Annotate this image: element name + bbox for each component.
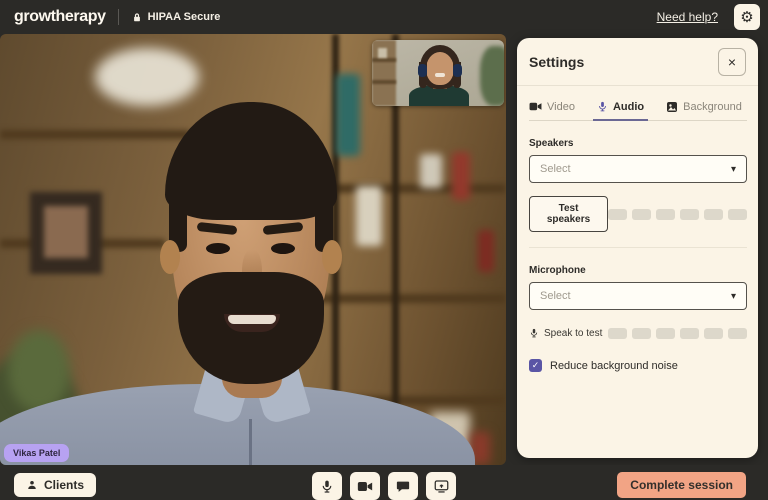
camera-icon xyxy=(357,480,373,493)
meter-segment xyxy=(680,209,699,220)
pip-shelf-board xyxy=(372,58,396,62)
camera-icon xyxy=(529,101,542,112)
participant-name-tag: Vikas Patel xyxy=(4,444,69,462)
settings-tabs: Video Audio xyxy=(529,100,747,121)
microphone-icon xyxy=(597,100,608,113)
tab-video[interactable]: Video xyxy=(529,100,575,113)
therapist-face xyxy=(426,52,454,85)
close-settings-button[interactable]: × xyxy=(718,48,746,76)
chevron-down-icon: ▾ xyxy=(731,291,736,302)
gear-icon: ⚙ xyxy=(740,10,753,25)
chat-button[interactable] xyxy=(388,472,418,500)
pip-shelf-object xyxy=(378,48,387,58)
test-speakers-button[interactable]: Test speakers xyxy=(529,196,608,232)
meter-segment xyxy=(704,328,723,339)
close-icon: × xyxy=(728,54,736,70)
chat-icon xyxy=(396,479,410,493)
meter-segment xyxy=(656,209,675,220)
tab-audio-label: Audio xyxy=(613,101,644,113)
check-icon: ✓ xyxy=(532,361,540,370)
lock-icon xyxy=(131,11,143,24)
screen-share-icon xyxy=(434,479,449,493)
settings-panel-header: Settings × xyxy=(517,38,758,86)
reduce-noise-label: Reduce background noise xyxy=(550,360,678,372)
microphone-icon xyxy=(320,479,334,494)
meter-segment xyxy=(632,328,651,339)
meter-segment xyxy=(704,209,723,220)
main-video-feed: Vikas Patel xyxy=(0,34,506,465)
meter-segment xyxy=(680,328,699,339)
picture-frame-photo xyxy=(44,206,88,258)
shelf-board xyxy=(0,130,190,139)
book xyxy=(356,186,382,246)
shirt-placket xyxy=(249,419,252,465)
microphone-icon xyxy=(529,327,539,339)
reduce-noise-checkbox-row[interactable]: ✓ Reduce background noise xyxy=(529,359,747,372)
book xyxy=(336,74,360,156)
settings-panel-body: Video Audio xyxy=(517,86,758,372)
screen-share-button[interactable] xyxy=(426,472,456,500)
client-ear xyxy=(322,240,342,274)
shelf-object xyxy=(420,154,442,188)
headphone-earcup xyxy=(418,64,427,77)
topbar: growtherapy HIPAA Secure Need help? ⚙ xyxy=(0,0,768,34)
ceiling-light xyxy=(95,48,199,106)
speakers-select[interactable]: Select ▾ xyxy=(529,155,747,183)
tab-audio[interactable]: Audio xyxy=(597,100,644,113)
therapist-smile xyxy=(435,73,445,77)
complete-session-button[interactable]: Complete session xyxy=(617,472,746,498)
book xyxy=(452,152,470,200)
settings-title: Settings xyxy=(529,54,584,70)
book xyxy=(478,230,494,272)
speakers-select-placeholder: Select xyxy=(540,163,571,175)
section-divider xyxy=(529,247,747,248)
meter-segment xyxy=(728,328,747,339)
growtherapy-logo: growtherapy xyxy=(14,8,106,26)
microphone-label: Microphone xyxy=(529,265,747,276)
microphone-volume-meter xyxy=(608,328,747,339)
microphone-select[interactable]: Select ▾ xyxy=(529,282,747,310)
image-icon xyxy=(666,101,678,113)
settings-gear-button[interactable]: ⚙ xyxy=(734,4,760,30)
center-call-controls xyxy=(312,472,456,500)
clients-button[interactable]: Clients xyxy=(14,473,96,497)
hipaa-secure-label: HIPAA Secure xyxy=(148,11,221,23)
call-stage: Vikas Patel Settings × Video xyxy=(0,34,768,465)
headphone-earcup xyxy=(453,64,462,77)
meter-segment xyxy=(608,209,627,220)
speakers-label: Speakers xyxy=(529,138,747,149)
checkbox-checked-icon[interactable]: ✓ xyxy=(529,359,542,372)
speak-to-test: Speak to test xyxy=(529,327,602,339)
meter-segment xyxy=(608,328,627,339)
meter-segment xyxy=(632,209,651,220)
tab-video-label: Video xyxy=(547,101,575,113)
settings-panel: Settings × Video xyxy=(517,38,758,458)
chevron-down-icon: ▾ xyxy=(731,164,736,175)
client-eye xyxy=(271,243,295,254)
need-help-link[interactable]: Need help? xyxy=(657,10,718,24)
client-hair xyxy=(165,102,337,220)
speak-to-test-label: Speak to test xyxy=(544,328,602,339)
speaker-volume-meter xyxy=(608,209,747,220)
tab-background[interactable]: Background xyxy=(666,100,742,113)
microphone-select-placeholder: Select xyxy=(540,290,571,302)
shelf-board xyxy=(300,294,506,303)
topbar-divider xyxy=(118,9,119,25)
client-eye xyxy=(206,243,230,254)
mute-microphone-button[interactable] xyxy=(312,472,342,500)
pip-plant xyxy=(480,46,504,106)
client-smile xyxy=(228,315,276,324)
pip-shelf-board xyxy=(372,80,396,84)
clients-button-label: Clients xyxy=(44,478,84,492)
call-controls-bar: Clients xyxy=(0,465,768,500)
tab-background-label: Background xyxy=(683,101,742,113)
meter-segment xyxy=(656,328,675,339)
toggle-camera-button[interactable] xyxy=(350,472,380,500)
hipaa-secure-badge: HIPAA Secure xyxy=(131,11,221,24)
person-icon xyxy=(26,479,38,491)
self-view-pip xyxy=(372,40,504,106)
client-ear xyxy=(160,240,180,274)
meter-segment xyxy=(728,209,747,220)
